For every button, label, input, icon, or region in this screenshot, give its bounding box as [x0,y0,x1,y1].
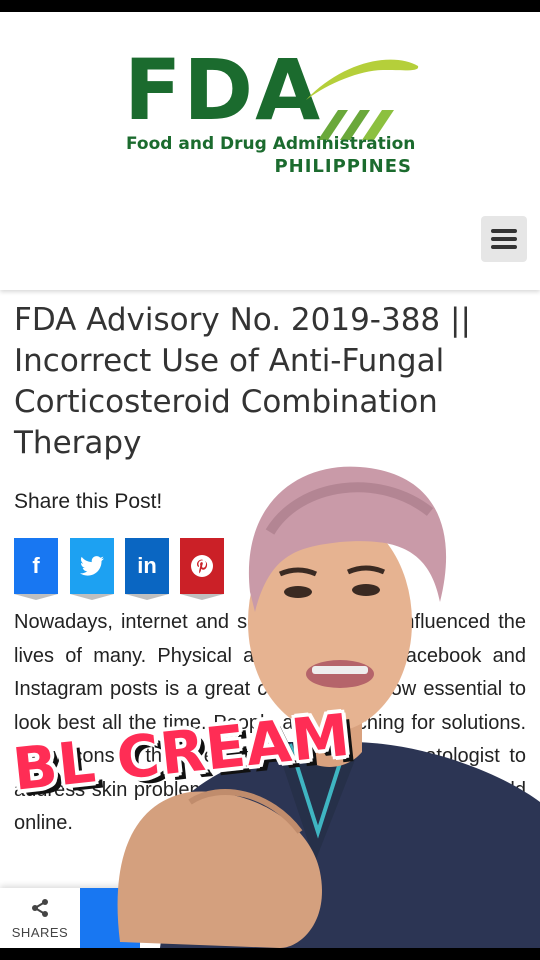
hamburger-icon-bar [491,237,517,241]
hamburger-icon [491,229,517,233]
facebook-share-button[interactable]: f [14,538,58,600]
article-title: FDA Advisory No. 2019-388 || Incorrect U… [14,302,471,461]
logo-country: PHILIPPINES [274,156,412,177]
fda-logo[interactable]: FDA Food and Drug Administration PHILIPP… [124,48,420,182]
person-video-overlay [117,466,540,948]
shares-counter[interactable]: SHARES [0,888,80,948]
webpage: FDA Food and Drug Administration PHILIPP… [0,12,540,948]
logo-swoosh-icon [306,59,419,140]
hamburger-menu-button[interactable] [481,216,527,262]
share-icon [32,899,48,917]
hamburger-icon-bar [491,245,517,249]
site-header: FDA Food and Drug Administration PHILIPP… [0,12,540,290]
facebook-icon: f [32,553,40,578]
logo-subtitle: Food and Drug Administration [126,134,416,154]
shares-label: SHARES [11,925,69,940]
